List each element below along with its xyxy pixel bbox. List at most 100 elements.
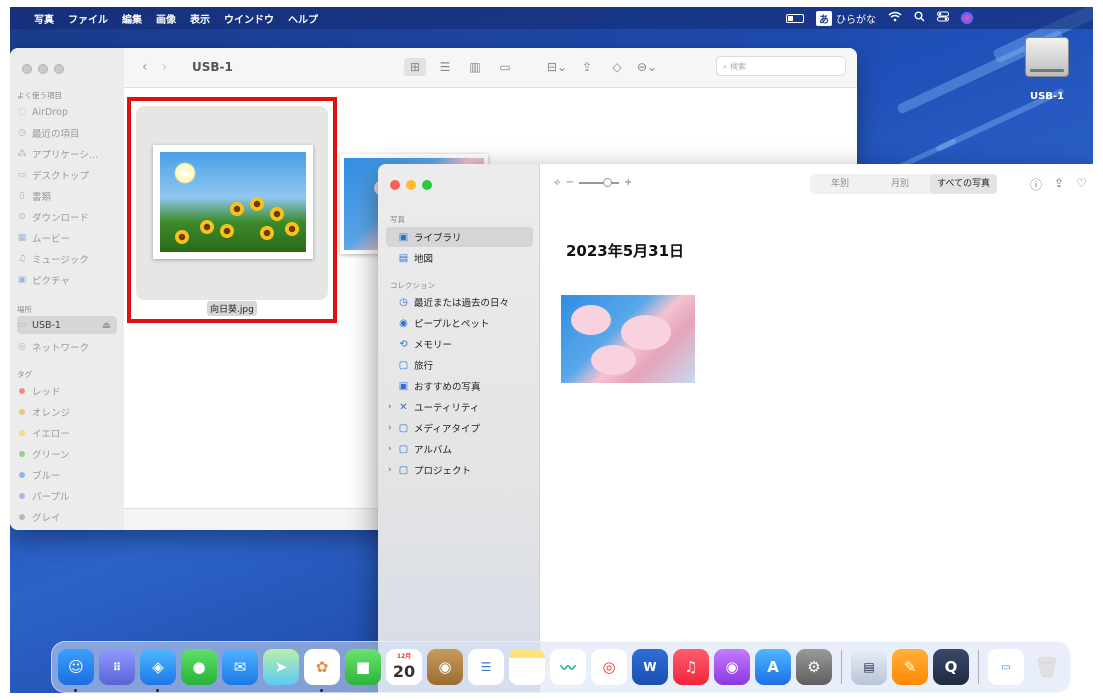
menu-help[interactable]: ヘルプ — [288, 11, 318, 26]
more-actions-icon[interactable]: ⊖⌄ — [636, 58, 658, 76]
sidebar-item-collection[interactable]: ⟲ メモリー — [386, 334, 533, 354]
share-icon[interactable]: ⇪ — [576, 58, 598, 76]
menu-image[interactable]: 画像 — [156, 11, 176, 26]
messages-dock-icon[interactable]: ● — [181, 649, 217, 685]
sidebar-item-tag[interactable]: レッド — [17, 382, 117, 400]
minimize-button[interactable] — [38, 64, 48, 74]
sidebar-item-library[interactable]: ▣ ライブラリ — [386, 227, 533, 247]
quicktime-dock-icon[interactable]: Q — [933, 649, 969, 685]
zoom-slider[interactable]: ⟡ − + — [554, 177, 632, 188]
tab-months[interactable]: 月別 — [870, 174, 930, 194]
mail-dock-icon[interactable]: ✉ — [222, 649, 258, 685]
chevron-right-icon[interactable]: › — [388, 423, 392, 433]
input-method-badge[interactable]: あ — [816, 10, 832, 26]
facetime-dock-icon[interactable]: ■ — [345, 649, 381, 685]
back-chevron-icon[interactable]: ‹ — [142, 59, 148, 75]
spotlight-icon[interactable] — [914, 11, 925, 25]
sidebar-item-tag[interactable]: パープル — [17, 487, 117, 505]
list-view-icon[interactable]: ☰ — [434, 58, 456, 76]
freeform-dock-icon[interactable]: 〰 — [550, 649, 586, 685]
tab-years[interactable]: 年別 — [810, 174, 870, 194]
search-input[interactable]: ⌕ 検索 — [716, 56, 846, 76]
finder-dock-icon[interactable]: ☺ — [58, 649, 94, 692]
reminders-dock-icon[interactable]: ☰ — [468, 649, 504, 685]
chrome-dock-icon[interactable]: ◎ — [591, 649, 627, 685]
sidebar-item-favorite[interactable]: ♫ ミュージック — [17, 250, 117, 268]
tab-all-photos[interactable]: すべての写真 — [930, 174, 998, 194]
zoom-in-icon[interactable]: + — [624, 177, 632, 188]
sidebar-item-map[interactable]: ▤ 地図 — [386, 248, 533, 268]
sidebar-item-collection[interactable]: ▢ 旅行 — [386, 355, 533, 375]
sidebar-item-network[interactable]: ◎ ネットワーク — [17, 338, 117, 356]
sidebar-item-favorite[interactable]: ⁂ アプリケーシ… — [17, 145, 117, 163]
icon-view-grid-icon[interactable]: ⊞ — [404, 58, 426, 76]
zoom-button[interactable] — [54, 64, 64, 74]
podcasts-dock-icon[interactable]: ◉ — [714, 649, 750, 685]
photos-dock-icon[interactable]: ✿ — [304, 649, 340, 692]
notes-dock-icon[interactable] — [509, 649, 545, 685]
siri-icon[interactable] — [961, 12, 973, 24]
input-method-label[interactable]: ひらがな — [836, 11, 876, 26]
desktop-usb-drive[interactable]: USB-1 — [1022, 37, 1072, 102]
forward-chevron-icon[interactable]: › — [162, 59, 168, 75]
system-settings-dock-icon[interactable]: ⚙ — [796, 649, 832, 685]
contacts-dock-icon[interactable]: ◉ — [427, 649, 463, 685]
pages-dock-icon[interactable]: ✎ — [892, 649, 928, 685]
sidebar-item-favorite[interactable]: ▯ 書類 — [17, 187, 117, 205]
app-store-dock-icon[interactable]: A — [755, 649, 791, 685]
close-button[interactable] — [22, 64, 32, 74]
chevron-right-icon[interactable]: › — [388, 465, 392, 475]
menu-view[interactable]: 表示 — [190, 11, 210, 26]
sidebar-group[interactable]: › ▢ プロジェクト — [386, 460, 533, 480]
menu-file[interactable]: ファイル — [68, 11, 108, 26]
gallery-view-icon[interactable]: ▭ — [494, 58, 516, 76]
info-icon[interactable]: ⓘ — [1030, 176, 1042, 193]
zoom-button[interactable] — [422, 180, 432, 190]
tag-icon[interactable]: ◇ — [606, 58, 628, 76]
sidebar-item-favorite[interactable]: ◌ AirDrop — [17, 103, 117, 121]
eject-icon[interactable]: ⏏ — [102, 320, 111, 331]
launchpad-dock-icon[interactable]: ⠿ — [99, 649, 135, 685]
menu-app-photos[interactable]: 写真 — [34, 11, 54, 26]
safari-dock-icon[interactable]: ◈ — [140, 649, 176, 692]
sidebar-item-favorite[interactable]: ▣ ピクチャ — [17, 271, 117, 289]
group-by-icon[interactable]: ⊟⌄ — [546, 58, 568, 76]
wifi-icon[interactable] — [888, 11, 902, 25]
sidebar-item-favorite[interactable]: ▭ デスクトップ — [17, 166, 117, 184]
chevron-right-icon[interactable]: › — [388, 444, 392, 454]
sidebar-item-usb-1[interactable]: ▭ USB-1 ⏏ — [17, 316, 117, 334]
photo-tile[interactable] — [561, 295, 695, 383]
menu-edit[interactable]: 編集 — [122, 11, 142, 26]
minimize-button[interactable] — [406, 180, 416, 190]
menu-window[interactable]: ウインドウ — [224, 11, 274, 26]
sidebar-group[interactable]: › ✕ ユーティリティ — [386, 397, 533, 417]
sidebar-group[interactable]: › ▢ メディアタイプ — [386, 418, 533, 438]
maps-dock-icon[interactable]: ➤ — [263, 649, 299, 685]
zoom-out-icon[interactable]: − — [566, 177, 574, 188]
sidebar-item-tag[interactable]: グレイ — [17, 508, 117, 526]
column-view-icon[interactable]: ▥ — [464, 58, 486, 76]
sidebar-item-tag[interactable]: ブルー — [17, 466, 117, 484]
sidebar-group[interactable]: › ▢ アルバム — [386, 439, 533, 459]
control-center-icon[interactable] — [937, 11, 949, 25]
close-button[interactable] — [390, 180, 400, 190]
downloads-stack-dock-icon[interactable]: ▭ — [988, 649, 1024, 685]
trash-dock-icon[interactable]: 🗑 — [1029, 649, 1065, 685]
sidebar-item-favorite[interactable]: ◷ 最近の項目 — [17, 124, 117, 142]
word-dock-icon[interactable]: W — [632, 649, 668, 685]
sidebar-item-collection[interactable]: ◷ 最近または過去の日々 — [386, 292, 533, 312]
zoom-slider-knob[interactable] — [603, 177, 613, 187]
sidebar-item-tag[interactable]: グリーン — [17, 445, 117, 463]
battery-icon[interactable] — [786, 13, 804, 23]
sidebar-item-favorite[interactable]: ▦ ムービー — [17, 229, 117, 247]
share-icon[interactable]: ⇪ — [1054, 176, 1064, 193]
sidebar-item-favorite[interactable]: ⊙ ダウンロード — [17, 208, 117, 226]
sidebar-item-tag[interactable]: オレンジ — [17, 403, 117, 421]
chevron-right-icon[interactable]: › — [388, 402, 392, 412]
sidebar-item-collection[interactable]: ◉ ピープルとペット — [386, 313, 533, 333]
sidebar-item-collection[interactable]: ▣ おすすめの写真 — [386, 376, 533, 396]
preview-dock-icon[interactable]: ▤ — [851, 649, 887, 685]
music-dock-icon[interactable]: ♫ — [673, 649, 709, 685]
favorite-heart-icon[interactable]: ♡ — [1076, 176, 1087, 193]
calendar-dock-icon[interactable]: 12月 20 — [386, 649, 422, 685]
